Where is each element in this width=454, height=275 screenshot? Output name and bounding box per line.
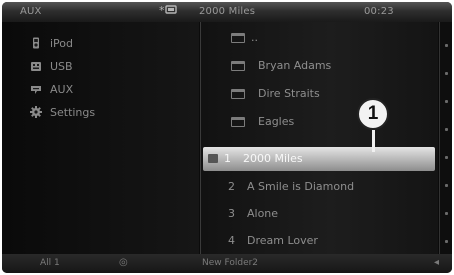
- status-indicator-icon: *: [159, 4, 177, 17]
- track-row-selected[interactable]: 1 2000 Miles: [203, 147, 435, 171]
- menu-item-label: iPod: [50, 37, 74, 50]
- track-number: 1: [224, 152, 231, 165]
- menu-item-aux[interactable]: AUX: [2, 78, 199, 101]
- status-bar: AUX * 2000 Miles 00:23: [2, 2, 452, 22]
- now-playing-icon: [208, 154, 218, 163]
- menu-item-label: Settings: [50, 106, 96, 119]
- menu-item-settings[interactable]: Settings: [2, 101, 199, 124]
- current-source-label: AUX: [20, 6, 42, 17]
- source-menu: iPod USB AUX Settings: [2, 22, 199, 254]
- folder-row[interactable]: Dire Straits: [201, 80, 439, 108]
- track-title: 2000 Miles: [243, 152, 303, 165]
- back-arrow-icon[interactable]: ◂: [434, 257, 439, 268]
- scroll-tick: [445, 100, 448, 103]
- folder-icon: [231, 33, 245, 43]
- menu-item-label: USB: [50, 60, 73, 73]
- scroll-tick: [445, 44, 448, 47]
- gear-icon: [30, 106, 42, 118]
- scroll-tick: [445, 212, 448, 215]
- scroll-tick: [445, 184, 448, 187]
- media-browser-list: .. Bryan Adams Dire Straits Eagles 1 200…: [200, 22, 438, 254]
- folder-row-parent[interactable]: ..: [201, 24, 439, 52]
- folder-name: Eagles: [258, 115, 295, 128]
- callout-pointer: [372, 130, 375, 152]
- scroll-tick: [445, 156, 448, 159]
- menu-item-ipod[interactable]: iPod: [2, 32, 199, 55]
- track-number: 2: [228, 180, 235, 193]
- folder-icon: [231, 89, 245, 99]
- track-row[interactable]: 3 Alone: [201, 200, 439, 228]
- menu-item-usb[interactable]: USB: [2, 55, 199, 78]
- callout-badge: 1: [357, 98, 389, 130]
- repeat-mode-label[interactable]: All 1: [40, 258, 60, 268]
- track-number: 4: [228, 234, 235, 247]
- folder-icon: [231, 117, 245, 127]
- scroll-tick: [445, 128, 448, 131]
- now-playing-title: 2000 Miles: [199, 6, 256, 17]
- track-title: Alone: [247, 207, 279, 220]
- folder-name: ..: [251, 31, 258, 44]
- usb-icon: [31, 62, 41, 71]
- menu-item-label: AUX: [50, 83, 74, 96]
- track-row[interactable]: 2 A Smile is Diamond: [201, 173, 439, 201]
- track-number: 3: [228, 207, 235, 220]
- scroll-tick: [445, 240, 448, 243]
- mode-icon[interactable]: ◎: [119, 257, 128, 268]
- current-folder-label: New Folder2: [202, 258, 259, 268]
- track-row[interactable]: 4 Dream Lover: [201, 227, 439, 255]
- track-title: A Smile is Diamond: [247, 180, 355, 193]
- folder-row[interactable]: Eagles: [201, 108, 439, 136]
- folder-name: Bryan Adams: [258, 59, 332, 72]
- folder-icon: [231, 61, 245, 71]
- bottom-bar: All 1 ◎ New Folder2 ◂: [2, 254, 452, 273]
- aux-icon: [31, 86, 41, 94]
- ipod-icon: [33, 37, 39, 49]
- head-unit-screen: AUX * 2000 Miles 00:23 iPod USB AUX Sett…: [2, 2, 452, 273]
- track-title: Dream Lover: [247, 234, 318, 247]
- clock: 00:23: [364, 6, 394, 17]
- scroll-tick: [445, 72, 448, 75]
- folder-name: Dire Straits: [258, 87, 320, 100]
- scrollbar[interactable]: [439, 22, 452, 254]
- folder-row[interactable]: Bryan Adams: [201, 52, 439, 80]
